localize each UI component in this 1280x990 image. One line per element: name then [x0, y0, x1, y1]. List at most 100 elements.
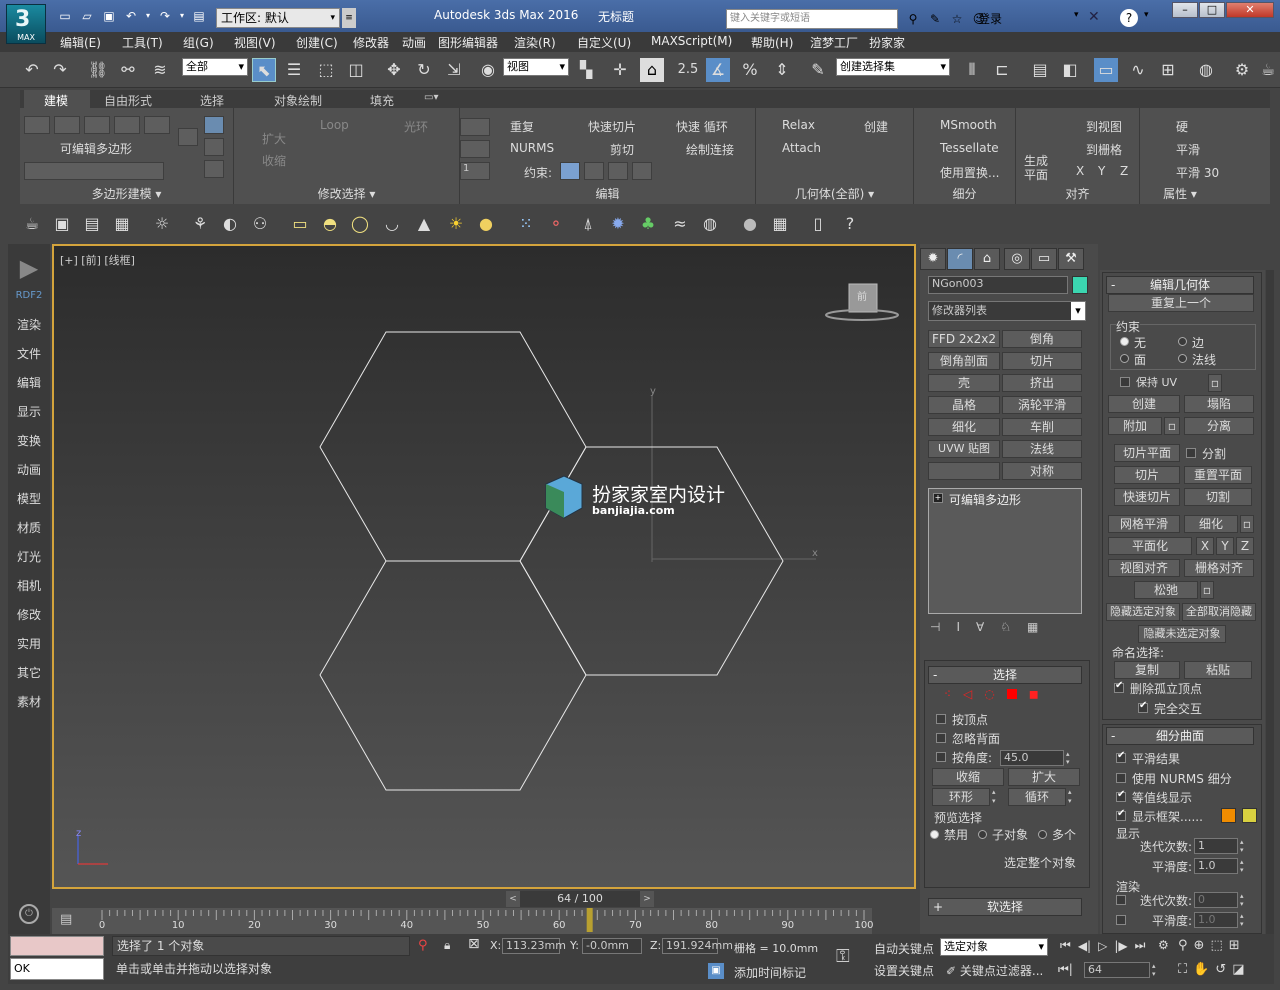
object-color-swatch[interactable]: [1072, 276, 1088, 294]
redo-icon[interactable]: ↷: [48, 58, 72, 82]
material-editor-icon[interactable]: ◍: [1194, 58, 1218, 82]
play-icon[interactable]: ▷: [1098, 939, 1107, 953]
maxscript-listener-pink[interactable]: [10, 936, 104, 956]
maximize-viewport-icon[interactable]: ◪: [1232, 962, 1244, 977]
tab-freeform[interactable]: 自由形式: [104, 92, 152, 109]
zoom-icon[interactable]: ⚲: [1178, 938, 1188, 953]
plane-primitive-icon[interactable]: ▭: [288, 212, 312, 236]
next-frame-arrow[interactable]: >: [640, 891, 654, 907]
group-label-edit[interactable]: 编辑: [460, 185, 755, 202]
constraint-none-radio[interactable]: [1120, 337, 1129, 346]
viewcube-face-label[interactable]: 前: [848, 288, 876, 303]
pin-stack-icon[interactable]: [204, 138, 224, 156]
leftbar-material[interactable]: 材质: [8, 519, 50, 536]
cut-button[interactable]: 切割: [1184, 488, 1252, 506]
render-setup-icon[interactable]: ⚙: [1230, 58, 1254, 82]
sphere-icon[interactable]: ◯: [348, 212, 372, 236]
leftbar-assets[interactable]: 素材: [8, 693, 50, 710]
set-key-button[interactable]: 设置关键点: [874, 962, 934, 979]
curve-editor-icon[interactable]: ∿: [1126, 58, 1150, 82]
open-file-icon[interactable]: ▱: [78, 7, 96, 25]
tessellate-settings[interactable]: ▫: [1240, 515, 1254, 533]
tripod-icon[interactable]: ⍋: [576, 212, 600, 236]
time-config-icon[interactable]: ⚙: [1158, 938, 1169, 952]
cut-button[interactable]: 剪切: [610, 141, 634, 158]
mirror-icon[interactable]: ⫴: [960, 58, 984, 82]
shrink-button[interactable]: 收缩: [932, 768, 1004, 786]
plane-label[interactable]: 平面: [1024, 166, 1048, 183]
dome-icon[interactable]: ◓: [318, 212, 342, 236]
power-icon[interactable]: ⏻: [19, 904, 39, 924]
go-to-end-icon[interactable]: ⏭: [1135, 938, 1146, 953]
configure-sets-icon[interactable]: ▦: [1027, 620, 1038, 634]
mod-uvw-button[interactable]: UVW 贴图: [928, 440, 1000, 458]
use-displacement-button[interactable]: 使用置换...: [940, 164, 999, 181]
mod-normal-button[interactable]: 法线: [1002, 440, 1082, 458]
menu-tools[interactable]: 工具(T): [122, 34, 163, 51]
mod-chamfer-button[interactable]: 倒角: [1002, 330, 1082, 348]
relax-button[interactable]: 松弛: [1134, 581, 1198, 599]
element-level-icon[interactable]: ◼: [1029, 687, 1039, 701]
selection-rollout-header[interactable]: - 选择: [928, 666, 1082, 684]
leftbar-file[interactable]: 文件: [8, 345, 50, 362]
cone-icon[interactable]: ▲: [412, 212, 436, 236]
select-object-icon[interactable]: ⬉: [252, 58, 276, 82]
mod-ffd-button[interactable]: FFD 2x2x2: [928, 330, 1000, 348]
close-button[interactable]: ✕: [1226, 2, 1274, 18]
mod-extrude-button[interactable]: 挤出: [1002, 374, 1082, 392]
planar-x-button[interactable]: X: [1196, 537, 1214, 555]
to-view-button[interactable]: 到视图: [1086, 118, 1122, 135]
move-icon[interactable]: ✥: [382, 58, 406, 82]
render-frame-icon[interactable]: ▣: [50, 212, 74, 236]
chevron-down-icon[interactable]: ▾: [1074, 10, 1079, 20]
menu-help[interactable]: 帮助(H): [751, 34, 793, 51]
stack-nav-buttons[interactable]: [24, 162, 164, 180]
leftbar-camera[interactable]: 相机: [8, 577, 50, 594]
calculator-icon[interactable]: ▦: [768, 212, 792, 236]
group-label-modify-selection[interactable]: 修改选择 ▾: [234, 185, 459, 202]
play-logo-icon[interactable]: ▶: [14, 254, 44, 282]
hide-unselected-button[interactable]: 隐藏未选定对象: [1138, 625, 1226, 643]
app-logo[interactable]: 3 MAX: [6, 4, 46, 44]
ribbon-options-icon[interactable]: ▭▾: [424, 92, 438, 103]
key-filters-button[interactable]: ✐ 关键点过滤器...: [946, 962, 1043, 979]
track-bar[interactable]: 0 10 20 30 40 50 60 70 80 90 100: [52, 908, 874, 934]
create-button[interactable]: 创建: [864, 118, 888, 135]
leftbar-model[interactable]: 模型: [8, 490, 50, 507]
previous-frame-icon[interactable]: ◀|: [1078, 939, 1091, 953]
nurms-button[interactable]: NURMS: [510, 141, 554, 155]
leftbar-display[interactable]: 显示: [8, 403, 50, 420]
key-icon[interactable]: ⚿: [836, 946, 850, 967]
menu-animation[interactable]: 动画: [402, 34, 426, 51]
menu-views[interactable]: 视图(V): [234, 34, 276, 51]
selection-filter-dropdown[interactable]: 全部 ▾: [182, 58, 248, 76]
zoom-all-icon[interactable]: ⊕: [1194, 938, 1205, 953]
window-crossing-icon[interactable]: ◫: [344, 58, 368, 82]
chevron-down-icon[interactable]: ▾: [1144, 10, 1149, 20]
isoline-display-checkbox[interactable]: [1116, 789, 1126, 802]
next-frame-icon[interactable]: |▶: [1114, 939, 1127, 953]
create-tab-icon[interactable]: ✹: [920, 248, 946, 270]
lock-selection-icon[interactable]: 🔒︎: [444, 938, 450, 953]
smooth-button[interactable]: 平滑: [1176, 141, 1200, 158]
absolute-mode-icon[interactable]: ⊠: [468, 936, 480, 952]
wood-ball-icon[interactable]: ◍: [698, 212, 722, 236]
full-interactivity-checkbox[interactable]: [1138, 700, 1148, 713]
undo-dropdown-icon[interactable]: ▾: [144, 7, 152, 25]
slice-button[interactable]: 切片: [1114, 466, 1180, 484]
bind-space-warp-icon[interactable]: ≋: [148, 58, 172, 82]
expand-icon[interactable]: +: [933, 493, 943, 503]
leftbar-transform[interactable]: 变换: [8, 432, 50, 449]
constraint-face-radio[interactable]: [1120, 354, 1129, 363]
menu-create[interactable]: 创建(C): [296, 34, 338, 51]
select-manipulate-icon[interactable]: ✛: [608, 58, 632, 82]
motion-tab-icon[interactable]: ◎: [1004, 248, 1030, 270]
gear-icon[interactable]: ✹: [606, 212, 630, 236]
ignore-backfacing-checkbox[interactable]: [936, 733, 946, 743]
named-selection-sets-dropdown[interactable]: 创建选择集 ▾: [836, 58, 950, 76]
edit-geometry-header[interactable]: - 编辑几何体: [1106, 276, 1254, 294]
leftbar-render[interactable]: 渲染: [8, 316, 50, 333]
isolate-selection-icon[interactable]: ⚲: [418, 938, 428, 953]
subdivision-surface-header[interactable]: - 细分曲面: [1106, 727, 1254, 745]
binoculars-icon[interactable]: ⚲: [904, 10, 922, 28]
